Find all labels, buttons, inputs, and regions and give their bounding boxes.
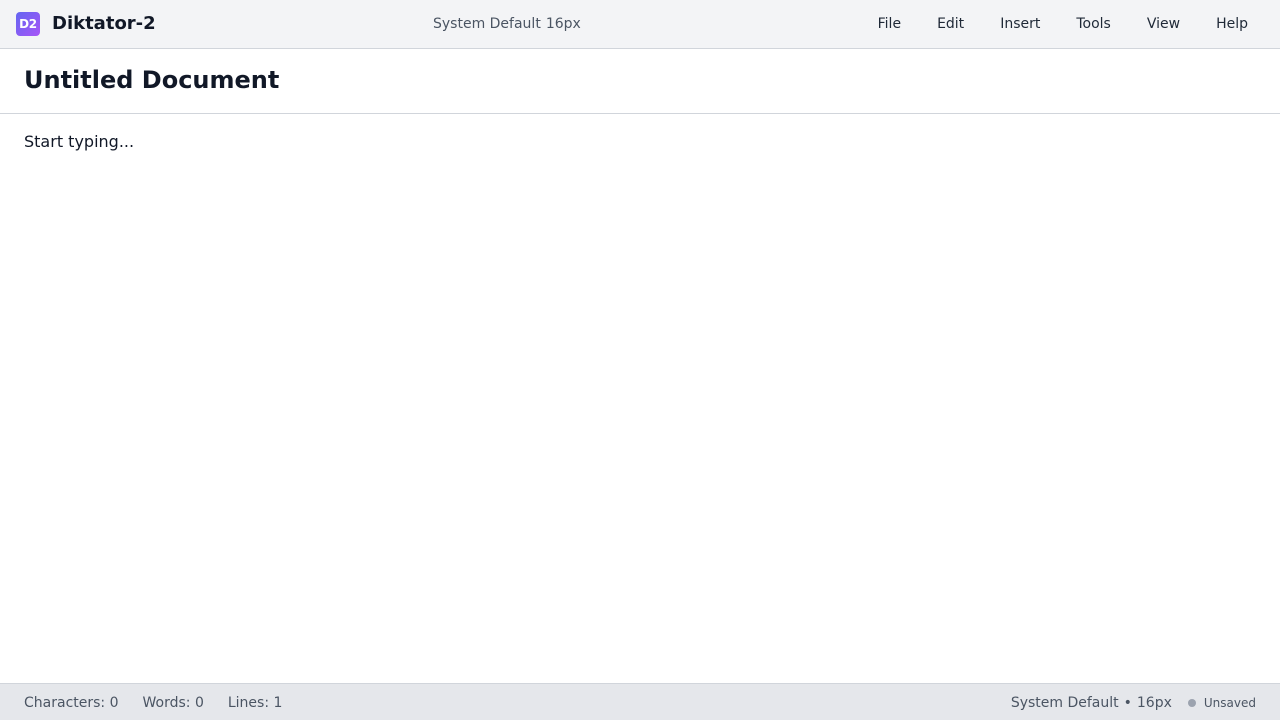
menu-insert[interactable]: Insert [982,8,1058,40]
top-bar: D2 Diktator-2 System Default 16px File Ed… [0,0,1280,49]
font-family-label: System Default [433,16,541,32]
menu-bar: File Edit Insert Tools View Help [860,8,1266,40]
status-font-family: System Default [1010,694,1119,711]
menu-edit[interactable]: Edit [919,8,982,40]
document-title[interactable]: Untitled Document [24,63,279,97]
word-count: Words: 0 [142,694,204,711]
line-count: Lines: 1 [227,694,283,711]
editor-area[interactable]: Start typing... [0,114,1280,683]
save-status-label: Unsaved [1203,695,1256,710]
menu-help[interactable]: Help [1198,8,1266,40]
menu-file[interactable]: File [860,8,919,40]
editor-placeholder: Start typing... [24,132,135,151]
status-bar: Characters: 0 Words: 0 Lines: 1 System D… [0,683,1280,720]
document-stats: Characters: 0 Words: 0 Lines: 1 [24,684,306,720]
save-status-dot-icon [1187,698,1196,707]
font-size-label: 16px [545,16,581,32]
document-header: Untitled Document [0,49,1280,114]
status-right: System Default • 16px Unsaved [1011,684,1256,720]
menu-tools[interactable]: Tools [1058,8,1129,40]
save-status: Unsaved [1187,695,1256,710]
menu-view[interactable]: View [1129,8,1198,40]
font-indicator[interactable]: System Default 16px [433,14,581,34]
app-logo-icon: D2 [16,12,40,36]
status-font-size: 16px [1136,694,1172,711]
character-count: Characters: 0 [24,694,119,711]
status-separator: • [1123,694,1132,711]
app-title: Diktator-2 [52,13,156,34]
